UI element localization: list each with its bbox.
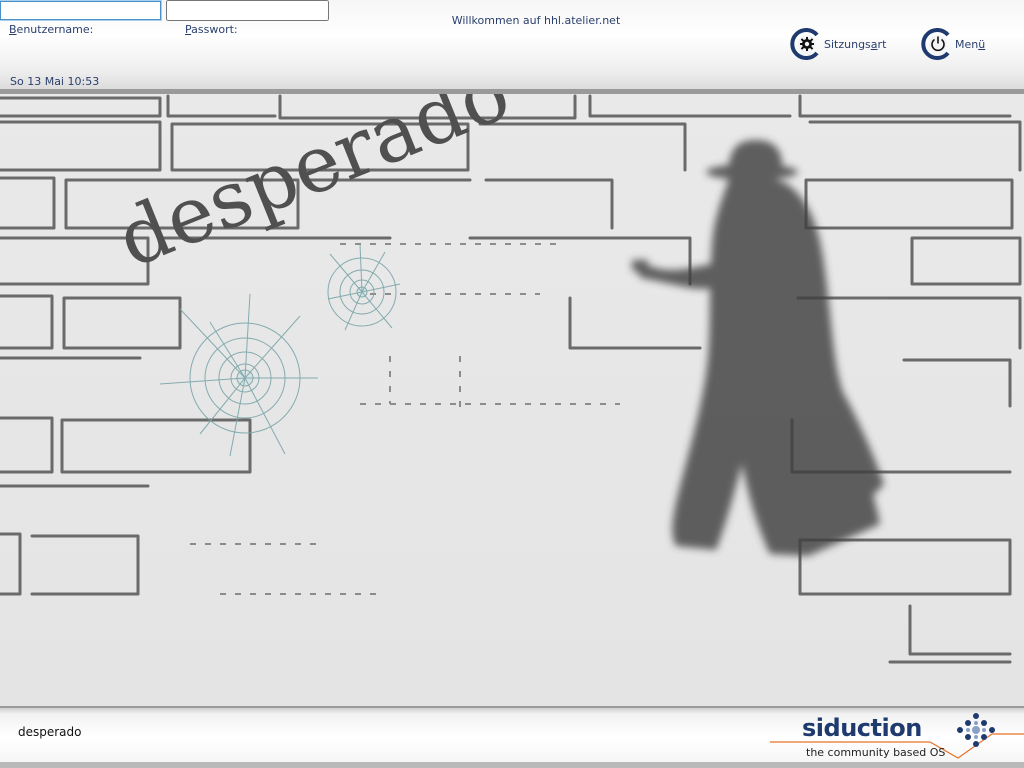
menu-button[interactable]: Menü: [921, 27, 985, 61]
power-icon: [921, 28, 953, 60]
dot-grid-icon: [957, 713, 995, 747]
login-screen: Benutzername: Passwort: Willkommen auf h…: [0, 0, 1024, 768]
brand-name: siduction: [802, 714, 922, 742]
session-type-button[interactable]: Sitzungsart: [790, 27, 886, 61]
session-name: desperado: [18, 725, 82, 739]
top-panel: Benutzername: Passwort: Willkommen auf h…: [0, 0, 1024, 94]
background-wall: desperado: [0, 94, 1024, 706]
session-type-label: Sitzungsart: [824, 37, 887, 51]
brand-logo: siduction the community based OS: [770, 710, 1024, 768]
bottom-strip: [0, 762, 1024, 768]
brand-tagline: the community based OS: [806, 746, 946, 759]
gear-icon: [790, 28, 822, 60]
menu-label: Menü: [955, 37, 986, 51]
bottom-panel: desperado siduction the community based …: [0, 706, 1024, 768]
welcome-message: Willkommen auf hhl.atelier.net: [451, 14, 621, 27]
clock: So 13 Mai 10:53: [10, 75, 100, 88]
